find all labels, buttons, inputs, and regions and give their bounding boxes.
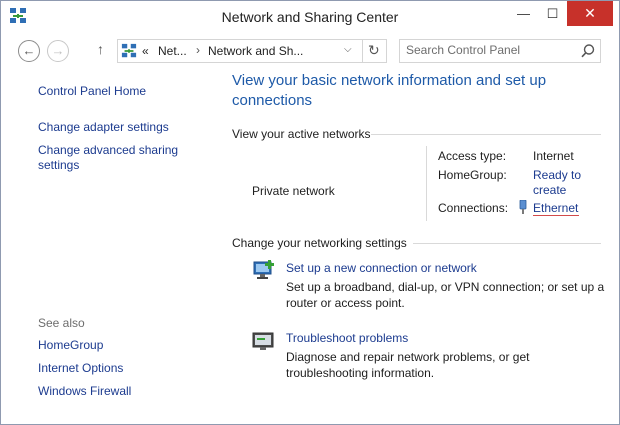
homegroup-ready-link[interactable]: Ready to create [533,168,593,198]
refresh-button[interactable]: ↻ [368,42,380,59]
access-type-value: Internet [533,149,574,163]
active-networks-heading: View your active networks [232,127,371,141]
sidebar-item-change-adapter-settings[interactable]: Change adapter settings [38,120,169,135]
see-also-label: See also [38,316,85,330]
maximize-button[interactable]: ☐ [538,1,567,26]
network-name: Private network [252,184,335,198]
title-bar: Network and Sharing Center — ☐ ✕ [1,1,619,32]
chevron-right-icon[interactable]: › [196,43,200,57]
sidebar-item-control-panel-home[interactable]: Control Panel Home [38,84,146,99]
troubleshoot-description: Diagnose and repair network problems, or… [286,350,530,380]
new-connection-icon [253,260,274,279]
forward-button[interactable]: → [47,40,69,62]
ethernet-icon [519,200,527,214]
search-input[interactable] [406,43,576,57]
access-type-label: Access type: [438,149,507,163]
navigation-bar: ← → ↑ « Net... › Network and Sh... ⌵ ↻ [1,32,619,68]
divider [413,243,601,244]
network-center-icon [121,43,137,58]
sidebar-item-change-advanced-sharing[interactable]: Change advanced sharing settings [38,143,188,173]
back-button[interactable]: ← [18,40,40,62]
ethernet-underline [533,215,579,216]
troubleshoot-link[interactable]: Troubleshoot problems [286,331,408,345]
breadcrumb-network-sharing[interactable]: Network and Sh... [208,44,303,58]
window: Network and Sharing Center — ☐ ✕ ← → ↑ «… [0,0,620,425]
search-icon[interactable] [580,43,596,59]
breadcrumb-network[interactable]: Net... [158,44,187,58]
minimize-button[interactable]: — [509,1,538,26]
troubleshoot-icon [252,332,274,350]
page-title: View your basic network information and … [232,72,547,109]
connections-label: Connections: [438,201,509,215]
settings-heading: Change your networking settings [232,236,407,250]
chevron-down-icon[interactable]: ⌵ [344,44,352,55]
ethernet-link[interactable]: Ethernet [533,201,578,215]
sidebar-item-homegroup[interactable]: HomeGroup [38,338,103,353]
divider [426,146,427,221]
breadcrumb-overflow[interactable]: « [142,44,149,58]
homegroup-label: HomeGroup: [438,168,507,182]
setup-connection-link[interactable]: Set up a new connection or network [286,261,477,275]
sidebar-item-windows-firewall[interactable]: Windows Firewall [38,384,131,399]
address-bar[interactable]: « Net... › Network and Sh... ⌵ ↻ [117,39,387,63]
close-button[interactable]: ✕ [567,1,613,26]
setup-connection-description: Set up a broadband, dial-up, or VPN conn… [286,280,605,310]
search-box[interactable] [399,39,601,63]
divider [371,134,601,135]
address-separator [362,40,363,62]
sidebar-item-internet-options[interactable]: Internet Options [38,361,123,376]
up-button[interactable]: ↑ [97,41,104,57]
